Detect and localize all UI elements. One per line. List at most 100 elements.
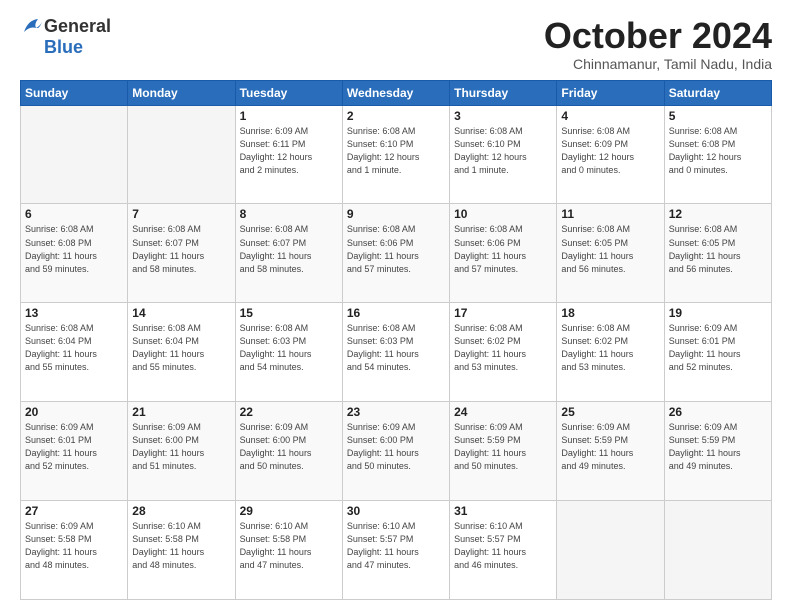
day-number: 18 [561,306,659,320]
col-monday: Monday [128,80,235,105]
logo: General Blue [20,16,111,58]
day-number: 22 [240,405,338,419]
table-row: 1Sunrise: 6:09 AM Sunset: 6:11 PM Daylig… [235,105,342,204]
day-info: Sunrise: 6:10 AM Sunset: 5:58 PM Dayligh… [240,520,338,572]
table-row: 21 Sunrise: 6:09 AM Sunset: 6:00 PM Dayli… [128,402,235,501]
day-info: Sunrise: 6:08 AM Sunset: 6:05 PM Dayligh… [669,223,767,275]
day-info: Sunrise: 6:10 AM Sunset: 5:57 PM Dayligh… [347,520,445,572]
day-info: Sunrise: 6:08 AM Sunset: 6:07 PM Dayligh… [132,223,230,275]
col-saturday: Saturday [664,80,771,105]
day-number: 23 [347,405,445,419]
table-row: 7 Sunrise: 6:08 AM Sunset: 6:07 PM Daylig… [128,204,235,303]
month-title: October 2024 [544,16,772,56]
day-info: Sunrise: 6:08 AM Sunset: 6:03 PM Dayligh… [240,322,338,374]
table-row: 24 Sunrise: 6:09 AM Sunset: 5:59 PM Dayli… [450,402,557,501]
calendar-table: Sunday Monday Tuesday Wednesday Thursday… [20,80,772,600]
day-info: Sunrise: 6:10 AM Sunset: 5:58 PM Dayligh… [132,520,230,572]
table-row: 6 Sunrise: 6:08 AM Sunset: 6:08 PM Daylig… [21,204,128,303]
day-info: Sunrise: 6:08 AM Sunset: 6:08 PM Dayligh… [669,125,767,177]
subtitle: Chinnamanur, Tamil Nadu, India [544,56,772,72]
calendar-header-row: Sunday Monday Tuesday Wednesday Thursday… [21,80,772,105]
day-info: Sunrise: 6:09 AM Sunset: 6:01 PM Dayligh… [25,421,123,473]
day-number: 15 [240,306,338,320]
table-row: 28 Sunrise: 6:10 AM Sunset: 5:58 PM Dayli… [128,501,235,600]
day-number: 25 [561,405,659,419]
day-number: 19 [669,306,767,320]
day-number: 6 [25,207,123,221]
table-row: 2Sunrise: 6:08 AM Sunset: 6:10 PM Daylig… [342,105,449,204]
day-number: 12 [669,207,767,221]
day-number: 27 [25,504,123,518]
table-row: 31 Sunrise: 6:10 AM Sunset: 5:57 PM Dayli… [450,501,557,600]
day-info: Sunrise: 6:08 AM Sunset: 6:05 PM Dayligh… [561,223,659,275]
table-row: 3 Sunrise: 6:08 AM Sunset: 6:10 PM Daylig… [450,105,557,204]
day-number: 8 [240,207,338,221]
table-row: 14 Sunrise: 6:08 AM Sunset: 6:04 PM Dayli… [128,303,235,402]
day-number: 13 [25,306,123,320]
table-row: 11 Sunrise: 6:08 AM Sunset: 6:05 PM Dayli… [557,204,664,303]
day-info: Sunrise: 6:09 AM Sunset: 6:00 PM Dayligh… [240,421,338,473]
day-number: 7 [132,207,230,221]
logo-text-general: General [44,16,111,37]
day-number: 16 [347,306,445,320]
table-row: 17Sunrise: 6:08 AM Sunset: 6:02 PM Dayli… [450,303,557,402]
day-number: 4 [561,109,659,123]
day-info: Sunrise: 6:08 AM Sunset: 6:03 PM Dayligh… [347,322,445,374]
day-number: 26 [669,405,767,419]
table-row [664,501,771,600]
table-row: 20 Sunrise: 6:09 AM Sunset: 6:01 PM Dayli… [21,402,128,501]
table-row: 9Sunrise: 6:08 AM Sunset: 6:06 PM Daylig… [342,204,449,303]
day-info: Sunrise: 6:08 AM Sunset: 6:04 PM Dayligh… [132,322,230,374]
day-info: Sunrise: 6:08 AM Sunset: 6:10 PM Dayligh… [347,125,445,177]
col-friday: Friday [557,80,664,105]
table-row: 29Sunrise: 6:10 AM Sunset: 5:58 PM Dayli… [235,501,342,600]
day-info: Sunrise: 6:09 AM Sunset: 6:00 PM Dayligh… [132,421,230,473]
day-info: Sunrise: 6:08 AM Sunset: 6:10 PM Dayligh… [454,125,552,177]
table-row: 22 Sunrise: 6:09 AM Sunset: 6:00 PM Dayli… [235,402,342,501]
day-info: Sunrise: 6:09 AM Sunset: 6:01 PM Dayligh… [669,322,767,374]
col-thursday: Thursday [450,80,557,105]
table-row: 12 Sunrise: 6:08 AM Sunset: 6:05 PM Dayli… [664,204,771,303]
day-info: Sunrise: 6:09 AM Sunset: 5:58 PM Dayligh… [25,520,123,572]
day-number: 20 [25,405,123,419]
day-number: 9 [347,207,445,221]
header: General Blue October 2024 Chinnamanur, T… [20,16,772,72]
day-number: 5 [669,109,767,123]
day-number: 28 [132,504,230,518]
day-info: Sunrise: 6:10 AM Sunset: 5:57 PM Dayligh… [454,520,552,572]
day-number: 14 [132,306,230,320]
day-info: Sunrise: 6:08 AM Sunset: 6:08 PM Dayligh… [25,223,123,275]
table-row: 13 Sunrise: 6:08 AM Sunset: 6:04 PM Dayli… [21,303,128,402]
col-wednesday: Wednesday [342,80,449,105]
day-number: 11 [561,207,659,221]
day-info: Sunrise: 6:09 AM Sunset: 6:00 PM Dayligh… [347,421,445,473]
table-row: 15 Sunrise: 6:08 AM Sunset: 6:03 PM Dayli… [235,303,342,402]
logo-text-blue: Blue [44,37,83,58]
table-row: 23 Sunrise: 6:09 AM Sunset: 6:00 PM Dayli… [342,402,449,501]
page: General Blue October 2024 Chinnamanur, T… [0,0,792,612]
table-row: 16 Sunrise: 6:08 AM Sunset: 6:03 PM Dayli… [342,303,449,402]
day-number: 10 [454,207,552,221]
day-number: 3 [454,109,552,123]
table-row: 18Sunrise: 6:08 AM Sunset: 6:02 PM Dayli… [557,303,664,402]
day-number: 21 [132,405,230,419]
day-info: Sunrise: 6:08 AM Sunset: 6:04 PM Dayligh… [25,322,123,374]
day-number: 1 [240,109,338,123]
title-area: October 2024 Chinnamanur, Tamil Nadu, In… [544,16,772,72]
table-row [128,105,235,204]
day-info: Sunrise: 6:08 AM Sunset: 6:07 PM Dayligh… [240,223,338,275]
table-row: 8 Sunrise: 6:08 AM Sunset: 6:07 PM Daylig… [235,204,342,303]
table-row: 25Sunrise: 6:09 AM Sunset: 5:59 PM Dayli… [557,402,664,501]
col-tuesday: Tuesday [235,80,342,105]
table-row [21,105,128,204]
day-number: 30 [347,504,445,518]
day-info: Sunrise: 6:09 AM Sunset: 5:59 PM Dayligh… [454,421,552,473]
day-number: 17 [454,306,552,320]
day-number: 31 [454,504,552,518]
day-info: Sunrise: 6:08 AM Sunset: 6:06 PM Dayligh… [454,223,552,275]
table-row: 5 Sunrise: 6:08 AM Sunset: 6:08 PM Daylig… [664,105,771,204]
day-number: 24 [454,405,552,419]
table-row: 30 Sunrise: 6:10 AM Sunset: 5:57 PM Dayli… [342,501,449,600]
day-info: Sunrise: 6:08 AM Sunset: 6:09 PM Dayligh… [561,125,659,177]
table-row: 27 Sunrise: 6:09 AM Sunset: 5:58 PM Dayli… [21,501,128,600]
